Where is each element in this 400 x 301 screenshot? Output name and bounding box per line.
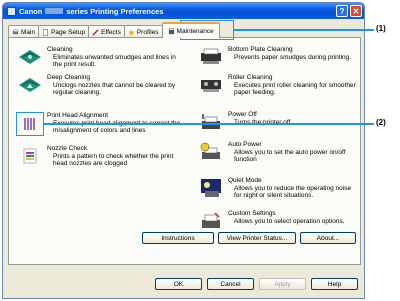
nozzle-check-icon[interactable] [16, 145, 44, 167]
bottom-plate-cleaning-desc: Prevents paper smudges during printing. [234, 53, 352, 61]
custom-settings-item[interactable]: Custom Settings Allows you to select ope… [197, 210, 357, 232]
tab-profiles-label: Profiles [136, 28, 159, 36]
callout-line-1 [234, 29, 374, 31]
about-button[interactable]: About... [300, 232, 356, 244]
bottom-plate-cleaning-title: Bottom Plate Cleaning [228, 46, 293, 53]
printer-icon [12, 29, 19, 34]
cleaning-desc: Eliminates unwanted smudges and lines in… [53, 53, 176, 69]
nozzle-check-desc: Prints a pattern to check whether the pr… [53, 152, 174, 168]
apply-button[interactable]: Apply [259, 278, 306, 290]
page-icon [43, 28, 49, 36]
auto-power-item[interactable]: Auto Power Allows you to set the auto po… [197, 141, 357, 164]
view-printer-status-button[interactable]: View Printer Status... [218, 232, 296, 244]
roller-cleaning-desc: Executes print roller cleaning for smoot… [234, 81, 356, 97]
panel-button-row: Instructions View Printer Status... Abou… [142, 232, 356, 244]
deep-cleaning-item[interactable]: Deep Cleaning Unclogs nozzles that canno… [16, 74, 186, 97]
window-title: Canon series Printing Preferences [19, 7, 163, 16]
roller-cleaning-item[interactable]: Roller Cleaning Executes print roller cl… [197, 74, 357, 97]
deep-cleaning-desc: Unclogs nozzles that cannot be cleared b… [53, 81, 176, 97]
roller-cleaning-icon[interactable] [197, 74, 225, 96]
quiet-mode-icon[interactable] [197, 177, 225, 199]
auto-power-icon[interactable] [197, 141, 225, 163]
quiet-mode-item[interactable]: Quiet Mode Allows you to reduce the oper… [197, 177, 357, 200]
bottom-plate-cleaning-item[interactable]: Bottom Plate Cleaning Prevents paper smu… [197, 46, 357, 68]
auto-power-title: Auto Power [228, 141, 262, 148]
maintenance-panel: Cleaning Eliminates unwanted smudges and… [8, 37, 361, 265]
tab-page-setup-label: Page Setup [51, 28, 86, 36]
quiet-mode-title: Quiet Mode [228, 177, 262, 184]
power-off-title: Power Off [228, 111, 257, 118]
tab-strip: Main Page Setup Effects Profiles Mainten… [8, 21, 220, 38]
help-button[interactable]: Help [311, 278, 358, 290]
title-bar[interactable]: Canon series Printing Preferences ? ✕ [3, 3, 364, 19]
cancel-button[interactable]: Cancel [207, 278, 254, 290]
auto-power-desc: Allows you to set the auto power on/off … [234, 148, 346, 164]
ok-button[interactable]: OK [155, 278, 202, 290]
print-head-alignment-title: Print Head Alignment [47, 112, 109, 119]
custom-settings-desc: Allows you to select operation options. [234, 217, 345, 225]
callout-label-2: (2) [376, 118, 386, 127]
cleaning-icon[interactable] [16, 46, 44, 68]
tab-main-label: Main [21, 28, 36, 36]
print-head-alignment-icon[interactable] [16, 112, 44, 136]
brush-icon [92, 28, 99, 36]
redacted-model [45, 8, 64, 14]
callout-line-2 [43, 123, 374, 125]
close-button[interactable]: ✕ [350, 5, 362, 17]
print-head-alignment-desc: Executes print head alignment to correct… [53, 120, 180, 135]
deep-cleaning-title: Deep Cleaning [47, 74, 91, 81]
deep-cleaning-icon[interactable] [16, 74, 44, 96]
bottom-plate-cleaning-icon[interactable] [197, 46, 225, 68]
cleaning-title: Cleaning [47, 46, 73, 53]
tab-maintenance-label: Maintenance [176, 27, 214, 35]
instructions-button[interactable]: Instructions [142, 232, 214, 244]
maintenance-icon [168, 27, 174, 34]
power-off-item[interactable]: Power Off Turns the printer off. [197, 111, 357, 133]
nozzle-check-item[interactable]: Nozzle Check Prints a pattern to check w… [16, 145, 186, 168]
nozzle-check-title: Nozzle Check [47, 145, 88, 152]
dialog-button-row: OK Cancel Apply Help [155, 278, 358, 290]
printing-preferences-window: Canon series Printing Preferences ? ✕ Ma… [2, 2, 365, 299]
printer-app-icon [7, 6, 16, 16]
tab-effects-label: Effects [101, 28, 121, 36]
tab-maintenance[interactable]: Maintenance [161, 22, 220, 38]
power-off-icon[interactable] [197, 111, 225, 133]
help-title-button[interactable]: ? [336, 5, 348, 17]
cleaning-item[interactable]: Cleaning Eliminates unwanted smudges and… [16, 46, 186, 69]
title-prefix: Canon [19, 6, 43, 16]
quiet-mode-desc: Allows you to reduce the operating noise… [234, 184, 352, 200]
title-suffix: series Printing Preferences [66, 6, 164, 16]
star-icon [128, 28, 135, 36]
custom-settings-icon[interactable] [197, 210, 225, 232]
callout-label-1: (1) [376, 24, 386, 33]
roller-cleaning-title: Roller Cleaning [228, 74, 273, 81]
custom-settings-title: Custom Settings [228, 210, 276, 217]
